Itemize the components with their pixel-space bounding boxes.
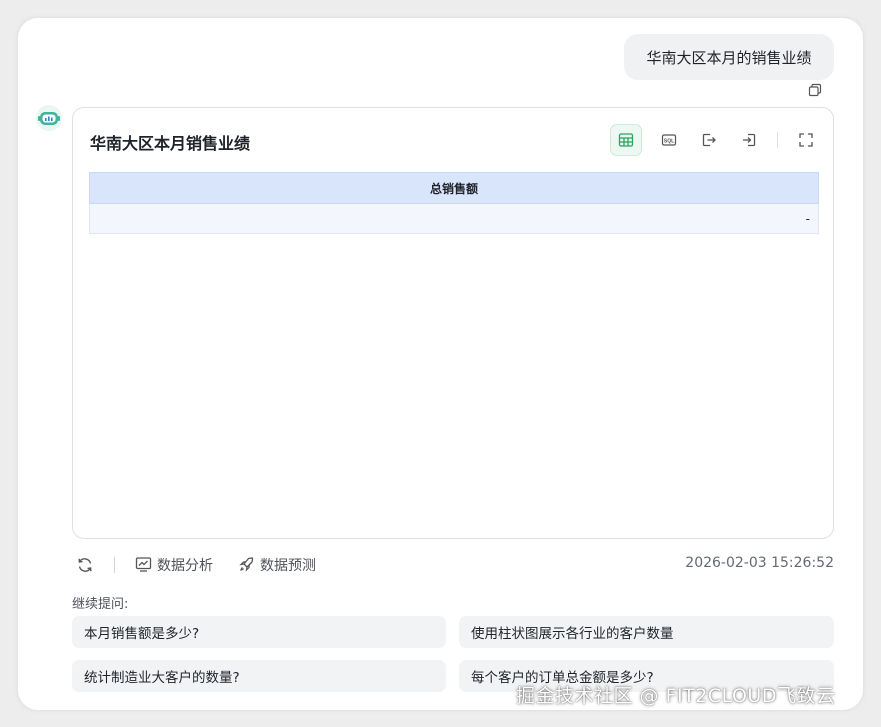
fullscreen-icon: [799, 133, 813, 147]
svg-text:SQL: SQL: [664, 138, 674, 144]
data-analysis-button[interactable]: 数据分析: [157, 555, 213, 575]
table-header-row: 总销售额: [89, 172, 819, 204]
export-icon: [702, 133, 716, 147]
suggestion-item[interactable]: 本月销售额是多少?: [72, 616, 446, 648]
sql-view-button[interactable]: SQL: [653, 124, 685, 156]
refresh-icon[interactable]: [76, 556, 94, 574]
table-header-cell: 总销售额: [89, 172, 819, 204]
message-timestamp: 2026-02-03 15:26:52: [685, 555, 834, 571]
assistant-avatar-icon: [36, 105, 62, 131]
table-row: -: [89, 203, 819, 234]
watermark: 掘金技术社区 @ FIT2CLOUD飞致云: [516, 685, 836, 707]
actions-divider: [114, 557, 115, 573]
toolbar-divider: [777, 132, 778, 148]
user-message-text: 华南大区本月的销售业绩: [646, 48, 812, 67]
copy-icon[interactable]: [807, 82, 823, 98]
rocket-icon[interactable]: [238, 556, 255, 573]
fullscreen-button[interactable]: [790, 124, 822, 156]
import-icon: [743, 133, 756, 147]
suggestion-item[interactable]: 使用柱状图展示各行业的客户数量: [459, 616, 834, 648]
result-card-title: 华南大区本月销售业绩: [90, 134, 251, 153]
export-button[interactable]: [693, 124, 725, 156]
result-table: 总销售额 -: [89, 172, 819, 234]
data-prediction-button[interactable]: 数据预测: [260, 555, 316, 575]
user-message-bubble: 华南大区本月的销售业绩: [624, 34, 834, 80]
analysis-icon[interactable]: [135, 556, 152, 573]
message-actions: 数据分析 数据预测 2026-02-03 15:26:52: [74, 554, 834, 576]
table-icon: [618, 133, 634, 147]
table-view-button[interactable]: [610, 124, 642, 156]
sql-icon: SQL: [661, 134, 677, 146]
add-to-dashboard-button[interactable]: [733, 124, 765, 156]
table-cell: -: [89, 203, 819, 234]
suggestion-item[interactable]: 统计制造业大客户的数量?: [72, 660, 446, 692]
followup-label: 继续提问:: [72, 597, 129, 612]
result-card: 华南大区本月销售业绩 SQL 总销售额 -: [72, 107, 834, 539]
